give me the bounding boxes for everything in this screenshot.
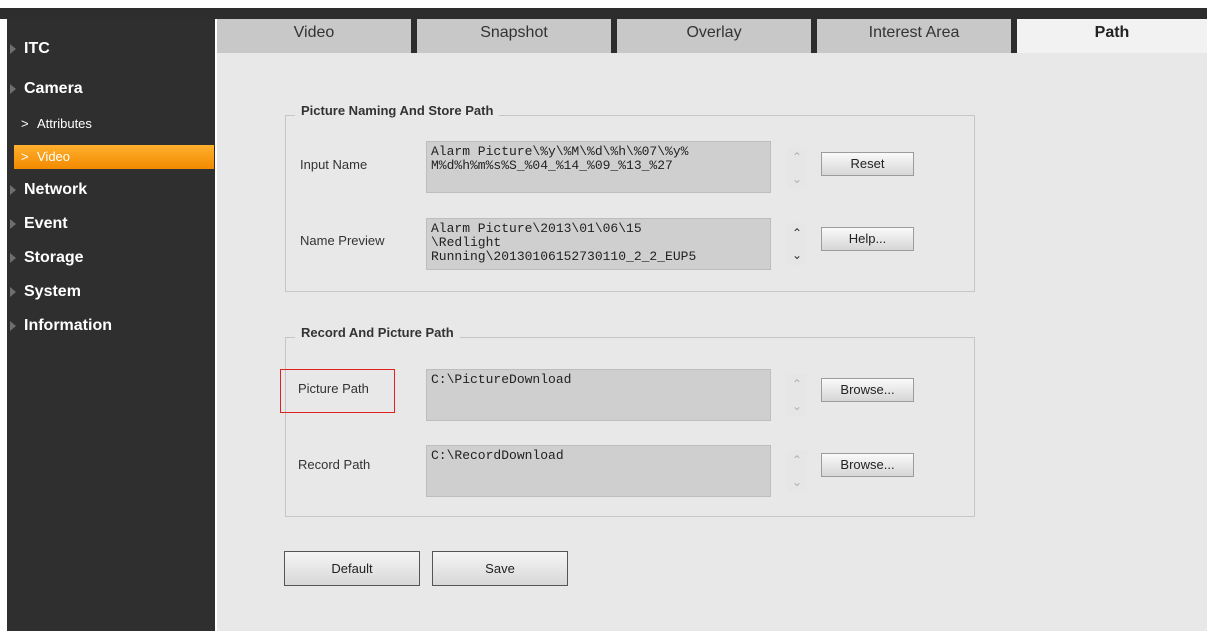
input-name-field[interactable]: Alarm Picture\%y\%M\%d\%h\%07\%y% M%d%h%… [426,141,771,193]
record-path-field[interactable]: C:\RecordDownload [426,445,771,497]
sidebar-item-system[interactable]: System [7,279,215,305]
picture-path-scrollbar[interactable]: ⌃ ⌄ [787,374,807,416]
picture-path-field[interactable]: C:\PictureDownload [426,369,771,421]
input-name-scrollbar[interactable]: ⌃ ⌄ [787,147,807,189]
scroll-up-icon[interactable]: ⌃ [787,452,807,468]
path-group-legend: Record And Picture Path [295,325,460,340]
sidebar-item-label: Network [24,181,88,198]
sidebar-item-itc[interactable]: ITC [7,36,215,62]
sidebar-item-camera[interactable]: Camera [7,76,215,102]
caret-right-icon [10,84,16,94]
caret-right-icon [10,287,16,297]
sidebar-item-label: Information [24,317,112,334]
caret-right-icon [10,321,16,331]
sidebar-item-information[interactable]: Information [7,313,215,339]
main-content: Video Snapshot Overlay Interest Area Pat… [217,19,1207,631]
tab-overlay[interactable]: Overlay [617,19,811,53]
name-preview-scrollbar[interactable]: ⌃ ⌄ [787,223,807,265]
scroll-up-icon[interactable]: ⌃ [787,149,807,165]
reset-button[interactable]: Reset [821,152,914,176]
chevron-right-icon: > [21,149,29,164]
sidebar-item-label: Storage [24,249,84,266]
picture-path-browse-button[interactable]: Browse... [821,378,914,402]
tab-video[interactable]: Video [217,19,411,53]
chevron-right-icon: > [21,116,29,131]
record-path-browse-button[interactable]: Browse... [821,453,914,477]
sidebar-subitem-video[interactable]: > Video [14,145,214,169]
sidebar-subitem-label: Video [37,149,71,164]
default-button[interactable]: Default [284,551,420,586]
scroll-up-icon[interactable]: ⌃ [787,376,807,392]
help-button[interactable]: Help... [821,227,914,251]
input-name-label: Input Name [300,157,368,172]
record-path-scrollbar[interactable]: ⌃ ⌄ [787,450,807,492]
name-preview-field[interactable]: Alarm Picture\2013\01\06\15 \Redlight Ru… [426,218,771,270]
sidebar-item-network[interactable]: Network [7,177,215,203]
scroll-down-icon[interactable]: ⌄ [787,474,807,490]
sidebar-item-storage[interactable]: Storage [7,245,215,271]
scroll-down-icon[interactable]: ⌄ [787,171,807,187]
caret-right-icon [10,219,16,229]
sidebar-item-label: System [24,283,81,300]
sidebar-subitem-label: Attributes [37,116,92,131]
sidebar-subitem-attributes[interactable]: > Attributes [7,112,215,136]
sidebar-item-label: ITC [24,40,50,57]
sidebar-item-event[interactable]: Event [7,211,215,237]
tab-path[interactable]: Path [1017,19,1207,53]
save-button[interactable]: Save [432,551,568,586]
scroll-down-icon[interactable]: ⌄ [787,247,807,263]
scroll-up-icon[interactable]: ⌃ [787,225,807,241]
sidebar: ITC Camera > Attributes > Video Network … [7,19,215,631]
picture-path-label: Picture Path [298,381,369,396]
top-strip [0,8,1207,19]
top-bar [0,0,1207,19]
caret-right-icon [10,185,16,195]
naming-group-legend: Picture Naming And Store Path [295,103,500,118]
sidebar-item-label: Camera [24,80,83,97]
scroll-down-icon[interactable]: ⌄ [787,398,807,414]
tab-bar: Video Snapshot Overlay Interest Area Pat… [217,19,1207,53]
caret-right-icon [10,253,16,263]
tab-snapshot[interactable]: Snapshot [417,19,611,53]
record-path-label: Record Path [298,457,371,472]
caret-right-icon [10,44,16,54]
tab-interest-area[interactable]: Interest Area [817,19,1011,53]
name-preview-label: Name Preview [300,233,385,248]
sidebar-item-label: Event [24,215,68,232]
